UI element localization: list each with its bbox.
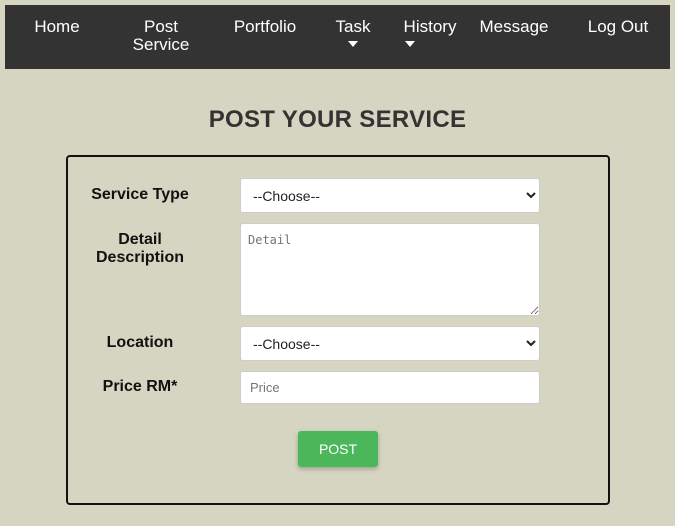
- price-input[interactable]: [240, 371, 540, 404]
- nav-home-label: Home: [34, 17, 80, 36]
- detail-label-line2: Description: [95, 249, 184, 266]
- post-service-form: Service Type --Choose-- Detail Descripti…: [66, 155, 610, 505]
- detail-description-textarea[interactable]: [240, 223, 540, 316]
- nav-task-dropdown[interactable]: Task: [327, 5, 379, 69]
- nav-message[interactable]: Message: [475, 5, 553, 69]
- top-navbar: Home Post Service Portfolio Task History…: [5, 5, 670, 69]
- nav-task-label: Task: [335, 17, 371, 36]
- location-label: Location: [106, 334, 174, 351]
- nav-history-label: History: [403, 17, 457, 36]
- nav-history-dropdown[interactable]: History: [400, 5, 460, 69]
- nav-logout-label: Log Out: [587, 17, 649, 36]
- nav-home[interactable]: Home: [25, 5, 89, 69]
- nav-post-service[interactable]: Post Service: [123, 5, 199, 69]
- price-label: Price RM*: [102, 378, 178, 395]
- service-type-label: Service Type: [91, 186, 189, 203]
- nav-post-line1: Post: [143, 17, 179, 36]
- caret-down-icon: [405, 41, 415, 47]
- detail-label-line1: Detail: [118, 231, 162, 248]
- nav-message-label: Message: [479, 17, 549, 36]
- nav-post-line2: Service: [132, 35, 190, 54]
- nav-logout[interactable]: Log Out: [583, 5, 653, 69]
- detail-description-label: Detail Description: [70, 231, 210, 267]
- nav-portfolio[interactable]: Portfolio: [227, 5, 303, 69]
- page-title: POST YOUR SERVICE: [208, 106, 467, 133]
- nav-portfolio-label: Portfolio: [233, 17, 297, 36]
- service-type-select[interactable]: --Choose--: [240, 178, 540, 213]
- location-select[interactable]: --Choose--: [240, 326, 540, 361]
- post-button[interactable]: POST: [298, 431, 378, 467]
- caret-down-icon: [348, 41, 358, 47]
